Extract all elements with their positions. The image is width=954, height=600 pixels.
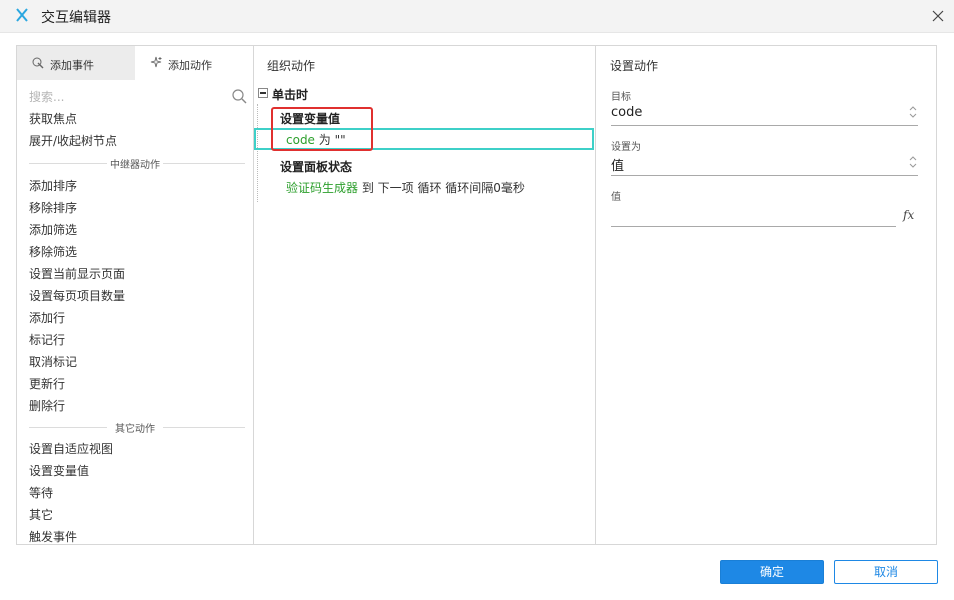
panel-title-configure: 设置动作 xyxy=(610,59,659,73)
organize-actions-panel: 组织动作 单击时 设置变量值 code 为 "" 设置面板状态 验证码生成器 到… xyxy=(253,46,596,544)
value-input[interactable] xyxy=(611,204,896,227)
list-item[interactable]: 设置自适应视图 xyxy=(29,440,113,457)
list-item[interactable]: 添加排序 xyxy=(29,177,77,194)
set-as-select-value: 值 xyxy=(611,159,625,174)
panel-state-detail: 到 下一项 循环 循环间隔0毫秒 xyxy=(361,181,525,195)
tab-bar: 添加事件 添加动作 xyxy=(17,46,253,80)
list-item[interactable]: 取消标记 xyxy=(29,353,77,370)
app-logo-icon xyxy=(16,8,28,22)
tab-add-event[interactable]: 添加事件 xyxy=(17,46,135,80)
add-action-icon xyxy=(150,56,162,68)
value-label: 值 xyxy=(611,192,621,203)
list-item[interactable]: 更新行 xyxy=(29,375,65,392)
list-item[interactable]: 设置每页项目数量 xyxy=(29,287,125,304)
select-arrows-icon xyxy=(909,156,917,168)
list-item[interactable]: 触发事件 xyxy=(29,528,77,544)
list-item[interactable]: 设置变量值 xyxy=(29,462,89,479)
list-item[interactable]: 标记行 xyxy=(29,331,65,348)
fx-icon[interactable]: fx xyxy=(903,208,914,222)
list-item[interactable]: 展开/收起树节点 xyxy=(29,132,117,149)
window-title: 交互编辑器 xyxy=(41,10,111,26)
action-set-panel-state-detail[interactable]: 验证码生成器 到 下一项 循环 循环间隔0毫秒 xyxy=(286,179,525,196)
select-arrows-icon xyxy=(909,106,917,118)
target-select[interactable]: code xyxy=(611,101,918,126)
section-header-relay: 中继器动作 xyxy=(17,156,253,171)
ok-button[interactable]: 确定 xyxy=(720,560,824,584)
cancel-button[interactable]: 取消 xyxy=(834,560,938,584)
list-item[interactable]: 添加筛选 xyxy=(29,221,77,238)
list-item[interactable]: 移除排序 xyxy=(29,199,77,216)
action-set-panel-state[interactable]: 设置面板状态 xyxy=(280,158,352,175)
tab-add-action[interactable]: 添加动作 xyxy=(135,46,253,80)
list-item[interactable]: 其它 xyxy=(29,506,53,523)
panel-title-organize: 组织动作 xyxy=(267,59,316,73)
tree-connector xyxy=(257,104,259,202)
event-onclick[interactable]: 单击时 xyxy=(272,86,308,103)
list-item[interactable]: 删除行 xyxy=(29,397,65,414)
search-icon[interactable] xyxy=(231,88,247,104)
set-as-select[interactable]: 值 xyxy=(611,151,918,176)
list-item[interactable]: 添加行 xyxy=(29,309,65,326)
editor-panels: 添加事件 添加动作 获取焦点 展开/收起树节点 中继器动作 xyxy=(16,45,937,545)
configure-action-panel: 设置动作 目标 code 设置为 值 值 fx xyxy=(595,46,936,544)
section-header-other: 其它动作 xyxy=(17,420,253,435)
highlight-box xyxy=(271,107,373,151)
list-item[interactable]: 设置当前显示页面 xyxy=(29,265,125,282)
left-panel: 添加事件 添加动作 获取焦点 展开/收起树节点 中继器动作 xyxy=(17,46,254,544)
tab-add-action-label: 添加动作 xyxy=(168,59,212,72)
search-input[interactable] xyxy=(27,86,221,108)
target-select-value: code xyxy=(611,105,643,120)
tab-add-event-label: 添加事件 xyxy=(50,59,94,72)
panel-name: 验证码生成器 xyxy=(286,181,359,195)
list-item[interactable]: 获取焦点 xyxy=(29,110,77,127)
search-bar xyxy=(17,84,253,108)
title-bar: 交互编辑器 xyxy=(0,0,954,33)
close-icon[interactable] xyxy=(928,6,948,26)
add-event-icon xyxy=(32,57,44,69)
collapse-toggle-icon[interactable] xyxy=(258,88,268,98)
list-item[interactable]: 等待 xyxy=(29,484,53,501)
list-item[interactable]: 移除筛选 xyxy=(29,243,77,260)
